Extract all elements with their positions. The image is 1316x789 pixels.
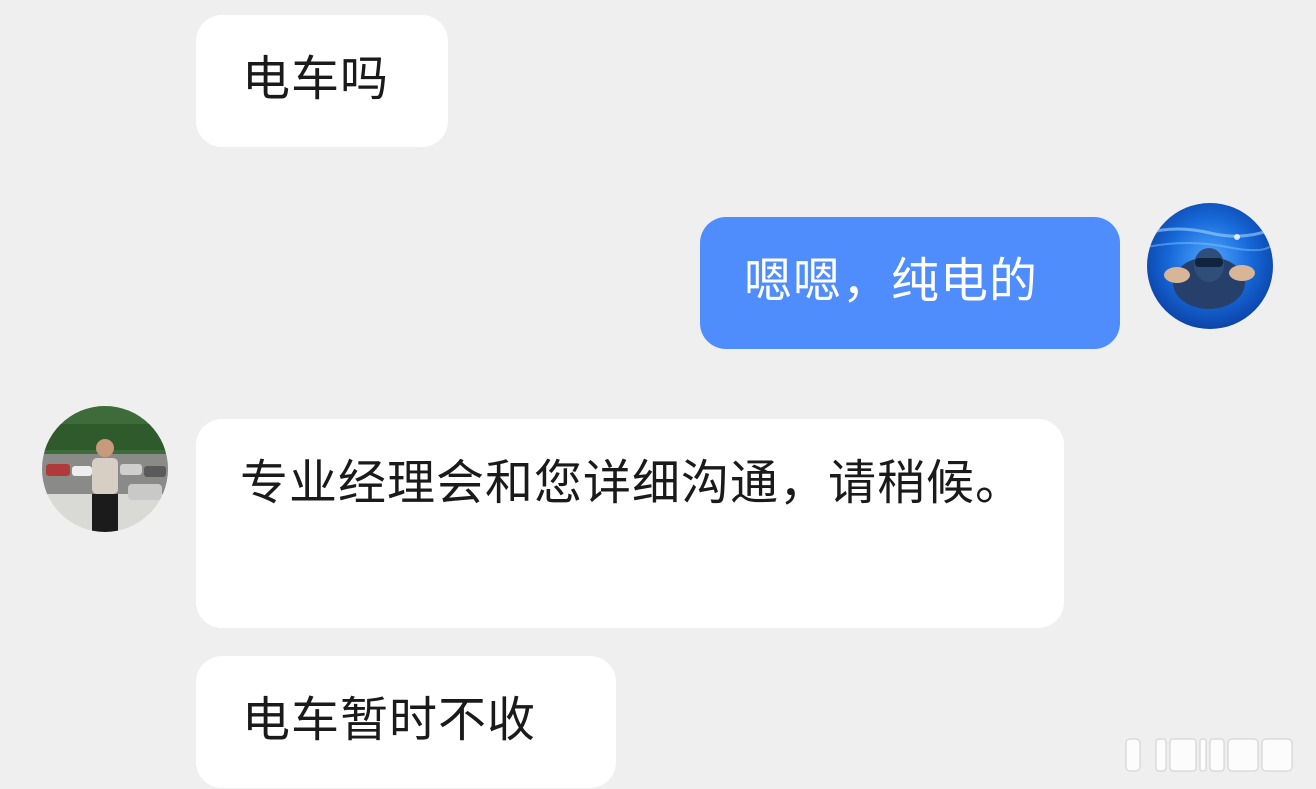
message-text: 电车吗 bbox=[242, 51, 390, 107]
dealer-avatar[interactable] bbox=[42, 406, 168, 532]
watermark-logo bbox=[1066, 735, 1306, 775]
message-text: 电车暂时不收 bbox=[242, 692, 537, 748]
message-bubble-incoming[interactable]: 专业经理会和您详细沟通，请稍候。 bbox=[196, 419, 1064, 628]
message-text: 嗯嗯，纯电的 bbox=[744, 253, 1039, 309]
my-avatar[interactable] bbox=[1147, 203, 1273, 329]
message-bubble-incoming[interactable]: 电车吗 bbox=[196, 15, 448, 147]
message-bubble-outgoing[interactable]: 嗯嗯，纯电的 bbox=[700, 217, 1120, 349]
message-bubble-incoming[interactable]: 电车暂时不收 bbox=[196, 656, 616, 788]
message-text: 专业经理会和您详细沟通，请稍候。 bbox=[240, 455, 1025, 511]
person-icon bbox=[42, 406, 168, 532]
swimmer-icon bbox=[1147, 203, 1273, 329]
weibo-watermark-icon bbox=[1125, 738, 1293, 772]
